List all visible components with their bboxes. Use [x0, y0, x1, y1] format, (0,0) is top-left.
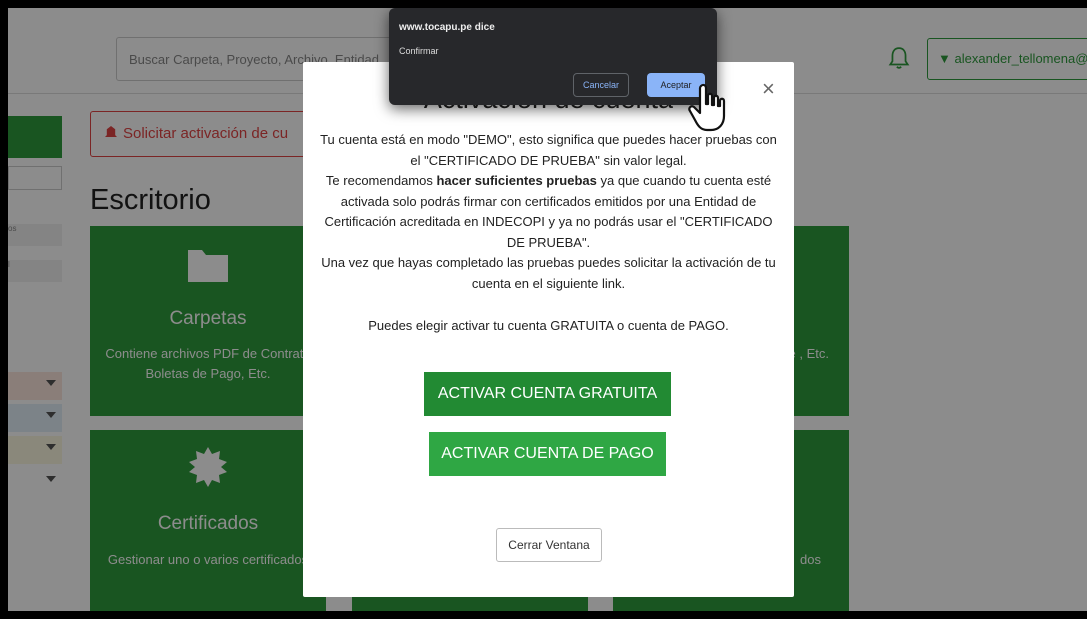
activate-free-button[interactable]: ACTIVAR CUENTA GRATUITA	[424, 372, 671, 416]
dialog-message: Confirmar	[399, 46, 439, 56]
modal-paragraph: Tu cuenta está en modo "DEMO", esto sign…	[320, 132, 777, 168]
dialog-origin: www.tocapu.pe dice	[399, 22, 495, 33]
browser-confirm-dialog: www.tocapu.pe dice Confirmar Cancelar Ac…	[389, 8, 717, 105]
modal-paragraph: Puedes elegir activar tu cuenta GRATUITA…	[368, 318, 729, 333]
activation-modal: Activación de cuenta × Tu cuenta está en…	[303, 62, 794, 597]
activate-paid-button[interactable]: ACTIVAR CUENTA DE PAGO	[429, 432, 666, 476]
pointer-cursor-icon	[688, 83, 726, 132]
close-window-button[interactable]: Cerrar Ventana	[496, 528, 602, 562]
bold-text: hacer suficientes pruebas	[436, 173, 597, 188]
close-icon[interactable]: ×	[762, 76, 775, 102]
modal-body: Tu cuenta está en modo "DEMO", esto sign…	[319, 130, 778, 337]
cancel-button[interactable]: Cancelar	[573, 73, 629, 97]
modal-paragraph: Una vez que hayas completado las pruebas…	[321, 255, 776, 291]
modal-paragraph: Te recomendamos hacer suficientes prueba…	[319, 171, 778, 253]
text-span: Te recomendamos	[325, 173, 437, 188]
